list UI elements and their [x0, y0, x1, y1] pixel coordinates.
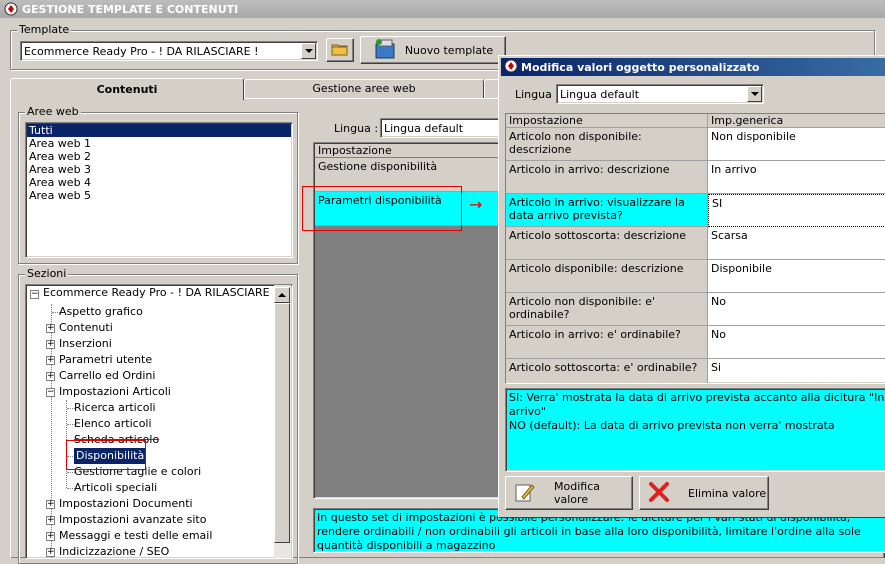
- tab-gestione-aree-web[interactable]: Gestione aree web: [244, 79, 484, 98]
- aree-web-list[interactable]: Tutti Area web 1 Area web 2 Area web 3 A…: [25, 122, 293, 258]
- tree-item[interactable]: Ecommerce Ready Pro - ! DA RILASCIARE !: [43, 285, 278, 301]
- grid-row-value[interactable]: Scarsa: [708, 227, 885, 260]
- tree-item[interactable]: Impostazioni avanzate sito: [59, 512, 206, 528]
- grid-row-value[interactable]: Non disponibile: [708, 128, 885, 161]
- grid-row-label-selected[interactable]: Articolo in arrivo: visualizzare la data…: [506, 194, 708, 227]
- aree-web-label: Aree web: [25, 105, 81, 118]
- tree-item[interactable]: Aspetto grafico: [59, 304, 143, 320]
- grid-row-label[interactable]: Articolo in arrivo: descrizione: [506, 161, 708, 194]
- new-template-label: Nuovo template: [404, 43, 494, 57]
- dialog-help-box: SI: Verra' mostrata la data di arrivo pr…: [505, 388, 885, 472]
- edit-icon: [514, 481, 536, 506]
- dialog-title: Modifica valori oggetto personalizzato: [521, 60, 760, 74]
- highlight-box: [66, 440, 146, 470]
- lingua-select-value: Lingua default: [384, 121, 464, 135]
- list-item[interactable]: Area web 4: [27, 176, 291, 189]
- collapse-icon[interactable]: −: [46, 388, 55, 397]
- col-header-impostazione[interactable]: Impostazione: [506, 114, 708, 128]
- open-folder-button[interactable]: [326, 38, 354, 62]
- elimina-valore-button[interactable]: Elimina valore: [639, 476, 769, 510]
- template-select-value: Ecommerce Ready Pro - ! DA RILASCIARE !: [24, 44, 259, 58]
- modifica-valore-button[interactable]: Modifica valore: [505, 476, 633, 510]
- tab-contenuti[interactable]: Contenuti: [10, 78, 244, 100]
- expand-icon[interactable]: +: [46, 324, 55, 333]
- tree-item[interactable]: Inserzioni: [59, 336, 112, 352]
- list-item[interactable]: Area web 1: [27, 137, 291, 150]
- modifica-dialog: Modifica valori oggetto personalizzato L…: [498, 55, 885, 518]
- column-header[interactable]: Impostazione: [315, 144, 512, 158]
- tree-item[interactable]: Elenco articoli: [74, 416, 152, 432]
- app-icon: [4, 2, 18, 16]
- grid-row-label[interactable]: Articolo sottoscorta: e' ordinabile?: [506, 359, 708, 383]
- tree-item[interactable]: Parametri utente: [59, 352, 152, 368]
- modifica-valore-label: Modifica valore: [554, 480, 600, 506]
- tree-item[interactable]: Impostazioni Articoli: [59, 384, 171, 400]
- dialog-app-icon: [504, 59, 518, 76]
- folder-icon: [331, 42, 349, 59]
- elimina-valore-label: Elimina valore: [688, 486, 767, 500]
- expand-icon[interactable]: +: [46, 532, 55, 541]
- template-select[interactable]: Ecommerce Ready Pro - ! DA RILASCIARE !: [20, 41, 318, 61]
- window-title: GESTIONE TEMPLATE E CONTENUTI: [22, 2, 239, 16]
- list-item[interactable]: Tutti: [27, 124, 291, 137]
- list-item[interactable]: Area web 3: [27, 163, 291, 176]
- highlight-box: [302, 186, 462, 231]
- dialog-grid[interactable]: Impostazione Imp.generica Articolo non d…: [505, 113, 885, 384]
- tree-item[interactable]: Messaggi e testi delle email: [59, 528, 212, 544]
- new-template-button[interactable]: Nuovo template: [360, 36, 506, 64]
- chevron-down-icon[interactable]: [747, 86, 762, 102]
- list-item[interactable]: Area web 5: [27, 189, 291, 202]
- grid-row-label[interactable]: Articolo disponibile: descrizione: [506, 260, 708, 293]
- sezioni-label: Sezioni: [25, 267, 69, 280]
- grid-row-label[interactable]: Articolo non disponibile: e' ordinabile?: [506, 293, 708, 326]
- expand-icon[interactable]: +: [46, 500, 55, 509]
- grid-row-label[interactable]: Articolo non disponibile: descrizione: [506, 128, 708, 161]
- tab-contenuti-label: Contenuti: [96, 83, 158, 96]
- delete-x-icon: [648, 481, 670, 506]
- grid-row-value[interactable]: Si: [708, 359, 885, 383]
- scroll-up-button[interactable]: [274, 287, 290, 303]
- arrow-right-icon: →: [469, 195, 483, 214]
- template-group-label: Template: [17, 23, 72, 36]
- grid-row-value-selected[interactable]: SI: [708, 194, 885, 227]
- expand-icon[interactable]: +: [46, 340, 55, 349]
- scroll-thumb[interactable]: [274, 303, 290, 543]
- chevron-down-icon[interactable]: [301, 43, 316, 59]
- tree-scrollbar[interactable]: [274, 285, 291, 558]
- dialog-lingua-select[interactable]: Lingua default: [556, 84, 764, 104]
- col-header-imp-generica[interactable]: Imp.generica: [708, 114, 885, 128]
- grid-row-label[interactable]: Articolo sottoscorta: descrizione: [506, 227, 708, 260]
- tree-item[interactable]: Articoli speciali: [74, 480, 157, 496]
- help-line: NO (default): La data di arrivo prevista…: [509, 419, 835, 432]
- dialog-titlebar[interactable]: Modifica valori oggetto personalizzato: [501, 58, 885, 76]
- tree-item[interactable]: Impostazioni Documenti: [59, 496, 193, 512]
- grid-row-label[interactable]: Articolo in arrivo: e' ordinabile?: [506, 326, 708, 359]
- tree-item[interactable]: Indicizzazione / SEO: [59, 544, 169, 558]
- help-line: SI: Verra' mostrata la data di arrivo pr…: [509, 391, 885, 418]
- expand-icon[interactable]: +: [46, 356, 55, 365]
- tree-item[interactable]: Ricerca articoli: [74, 400, 156, 416]
- dialog-lingua-label: Lingua :: [515, 88, 560, 101]
- grid-row-value[interactable]: In arrivo: [708, 161, 885, 194]
- expand-icon[interactable]: +: [46, 516, 55, 525]
- dialog-lingua-value: Lingua default: [560, 87, 640, 101]
- window-titlebar: GESTIONE TEMPLATE E CONTENUTI: [0, 0, 885, 18]
- tree-item[interactable]: Carrello ed Ordini: [59, 368, 155, 384]
- tab-gestione-aree-web-label: Gestione aree web: [312, 82, 416, 95]
- collapse-icon[interactable]: −: [30, 290, 39, 299]
- lingua-select[interactable]: Lingua default: [380, 118, 510, 138]
- tree-item[interactable]: Contenuti: [59, 320, 113, 336]
- list-item[interactable]: Area web 2: [27, 150, 291, 163]
- sezioni-tree[interactable]: − Ecommerce Ready Pro - ! DA RILASCIARE …: [25, 284, 293, 559]
- grid-row-value[interactable]: No: [708, 326, 885, 359]
- grid-row-value[interactable]: No: [708, 293, 885, 326]
- grid-row-value[interactable]: Disponibile: [708, 260, 885, 293]
- new-template-icon: [373, 38, 397, 63]
- expand-icon[interactable]: +: [46, 372, 55, 381]
- lingua-label: Lingua :: [334, 122, 379, 135]
